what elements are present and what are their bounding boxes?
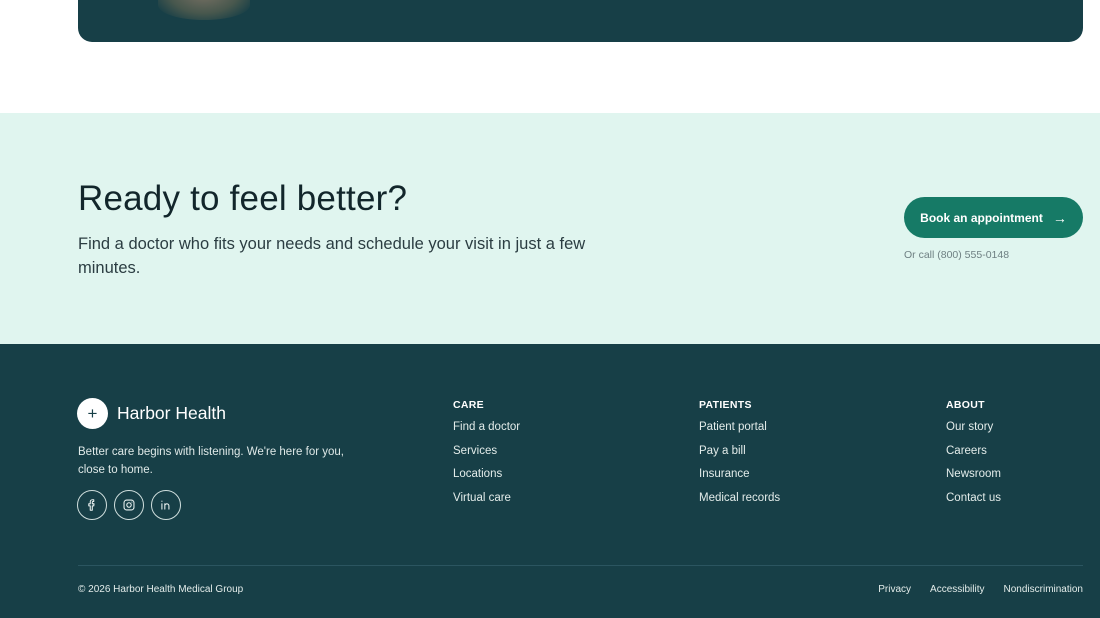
instagram-icon: [123, 499, 135, 511]
column-heading: ABOUT: [946, 399, 985, 411]
facebook-link[interactable]: [77, 490, 107, 520]
book-appointment-label: Book an appointment: [920, 210, 1043, 225]
cta-description: Find a doctor who fits your needs and sc…: [78, 235, 586, 277]
copyright-text: © 2026 Harbor Health Medical Group: [78, 584, 244, 595]
footer-link-newsroom[interactable]: Newsroom: [946, 467, 1001, 481]
plus-icon: +: [77, 398, 108, 429]
cta-title: Ready to feel better?: [78, 179, 408, 218]
column-heading: CARE: [453, 399, 484, 411]
footer-column-care: CARE Find a doctor Services Locations Vi…: [453, 399, 520, 514]
footer-link-insurance[interactable]: Insurance: [699, 467, 780, 481]
legal-link-nondiscrimination[interactable]: Nondiscrimination: [1004, 584, 1083, 595]
social-links: [77, 490, 181, 520]
call-phone-note: Or call (800) 555-0148: [904, 249, 1010, 261]
arrow-right-icon: →: [1052, 209, 1067, 226]
brand-name: Harbor Health: [117, 403, 226, 423]
footer-link-patient-portal[interactable]: Patient portal: [699, 420, 780, 434]
book-appointment-button[interactable]: Book an appointment →: [904, 197, 1083, 238]
footer-link-contact-us[interactable]: Contact us: [946, 491, 1001, 505]
instagram-link[interactable]: [114, 490, 144, 520]
footer-column-patients: PATIENTS Patient portal Pay a bill Insur…: [699, 399, 780, 514]
column-heading: PATIENTS: [699, 399, 752, 411]
footer-link-locations[interactable]: Locations: [453, 467, 520, 481]
footer-link-virtual-care[interactable]: Virtual care: [453, 491, 520, 505]
cta-section: Ready to feel better? Find a doctor who …: [0, 113, 1100, 344]
facebook-icon: [88, 499, 95, 511]
linkedin-icon: [161, 500, 170, 510]
footer-link-our-story[interactable]: Our story: [946, 420, 1001, 434]
site-footer: + Harbor Health Better care begins with …: [0, 344, 1100, 618]
linkedin-link[interactable]: [151, 490, 181, 520]
hero-image: [158, 0, 250, 20]
legal-link-accessibility[interactable]: Accessibility: [930, 584, 984, 595]
legal-link-privacy[interactable]: Privacy: [878, 584, 911, 595]
footer-column-about: ABOUT Our story Careers Newsroom Contact…: [946, 399, 1001, 514]
footer-tagline: Better care begins with listening. We're…: [78, 446, 344, 476]
hero-card: [78, 0, 1083, 42]
footer-divider: [78, 565, 1083, 566]
footer-link-pay-a-bill[interactable]: Pay a bill: [699, 444, 780, 458]
footer-brand[interactable]: + Harbor Health: [77, 398, 226, 429]
footer-link-services[interactable]: Services: [453, 444, 520, 458]
footer-link-careers[interactable]: Careers: [946, 444, 1001, 458]
footer-link-find-a-doctor[interactable]: Find a doctor: [453, 420, 520, 434]
footer-link-medical-records[interactable]: Medical records: [699, 491, 780, 505]
legal-links: Privacy Accessibility Nondiscrimination: [878, 584, 1083, 595]
